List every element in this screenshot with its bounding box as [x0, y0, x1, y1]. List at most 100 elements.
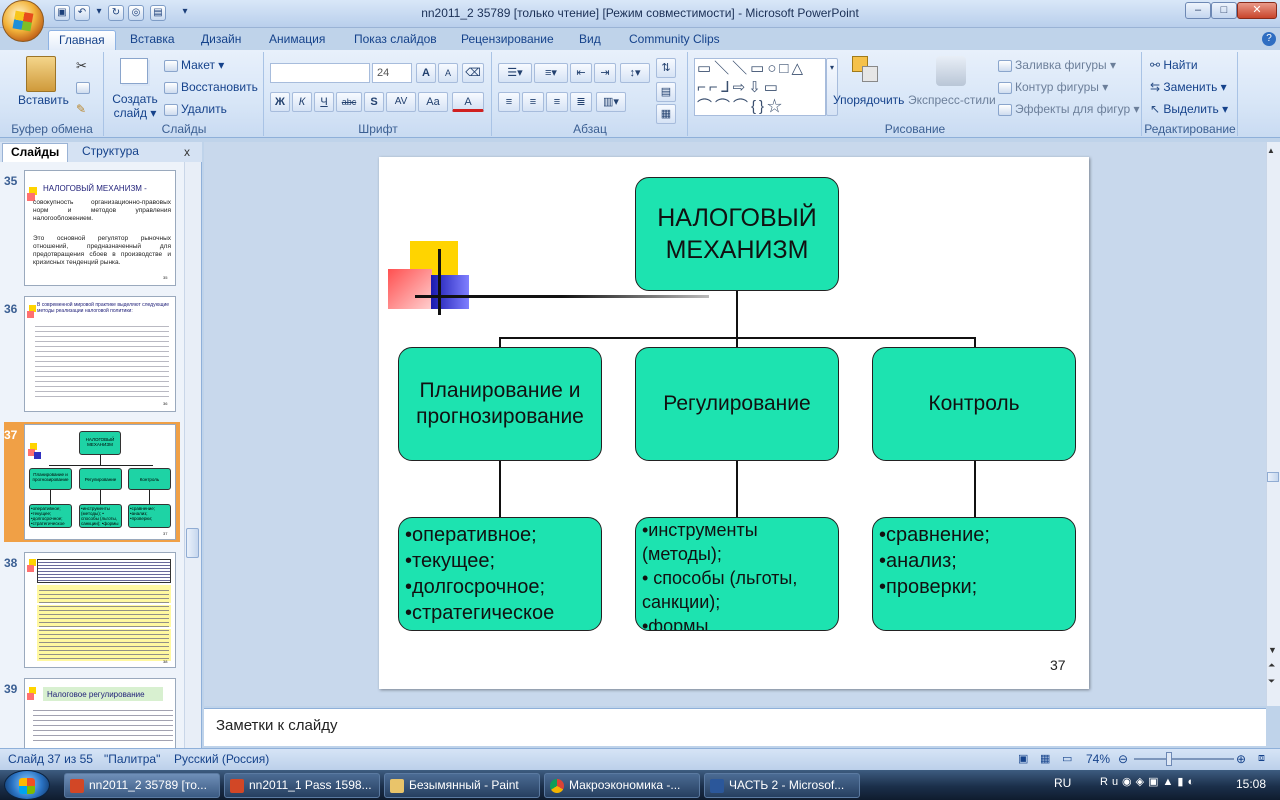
clock[interactable]: 15:08	[1236, 777, 1266, 791]
shadow-button[interactable]: S	[364, 92, 384, 112]
new-icon[interactable]: ◎	[128, 5, 144, 21]
minimize-button[interactable]: –	[1185, 2, 1211, 19]
grow-font-button[interactable]: A	[416, 63, 436, 83]
system-tray-icons[interactable]: Ru◉◈▣▲▮◐	[1100, 775, 1212, 795]
quick-styles-icon[interactable]	[936, 56, 966, 86]
clear-format-icon[interactable]: ⌫	[462, 63, 484, 83]
arrange-button[interactable]: Упорядочить	[833, 93, 904, 107]
tab-slideshow[interactable]: Показ слайдов	[344, 30, 447, 50]
slide-scroll-thumb[interactable]	[1267, 472, 1279, 482]
customize-toolbar-icon[interactable]: ▾	[180, 5, 190, 21]
find-button[interactable]: ⚯ Найти	[1150, 58, 1198, 72]
change-case-button[interactable]: Aa	[418, 92, 448, 112]
justify-icon[interactable]: ≣	[570, 92, 592, 112]
slide-thumbnail-37[interactable]: НАЛОГОВЫЙ МЕХАНИЗМ Планирование и прогно…	[24, 424, 176, 540]
tab-review[interactable]: Рецензирование	[451, 30, 564, 50]
align-text-icon[interactable]: ▤	[656, 82, 676, 102]
shrink-font-button[interactable]: A	[438, 63, 458, 83]
tab-animation[interactable]: Анимация	[259, 30, 335, 50]
taskbar-item[interactable]: nn2011_2 35789 [то...	[64, 773, 220, 798]
font-size-combo[interactable]: 24	[372, 63, 412, 83]
list-planning[interactable]: •оперативное; •текущее; •долгосрочное; •…	[398, 517, 602, 631]
undo-icon[interactable]: ↶	[74, 5, 90, 21]
node-regulation[interactable]: Регулирование	[635, 347, 839, 461]
shape-effects-button[interactable]: Эффекты для фигур ▾	[998, 102, 1140, 116]
list-control[interactable]: •сравнение; •анализ; •проверки;	[872, 517, 1076, 631]
tab-design[interactable]: Дизайн	[191, 30, 251, 50]
strikethrough-button[interactable]: abc	[336, 92, 362, 112]
undo-dropdown-icon[interactable]: ▾	[94, 5, 104, 21]
paste-button[interactable]: Вставить	[18, 93, 69, 107]
format-painter-icon[interactable]: ✎	[76, 102, 86, 116]
font-name-combo[interactable]	[270, 63, 370, 83]
italic-button[interactable]: К	[292, 92, 312, 112]
view-slideshow-icon[interactable]: ▭	[1062, 752, 1072, 765]
prev-slide-icon[interactable]: ⏶	[1268, 660, 1275, 670]
char-spacing-button[interactable]: AV	[386, 92, 416, 112]
scroll-down-icon[interactable]: ▼	[1268, 645, 1277, 655]
tab-outline[interactable]: Структура	[74, 143, 147, 162]
shape-fill-button[interactable]: Заливка фигуры ▾	[998, 58, 1116, 72]
align-left-icon[interactable]: ≡	[498, 92, 520, 112]
shapes-gallery-scroll[interactable]: ▾	[826, 58, 838, 116]
view-sorter-icon[interactable]: ▦	[1040, 752, 1050, 765]
arrange-icon[interactable]	[852, 56, 882, 86]
reset-button[interactable]: Восстановить	[164, 80, 258, 94]
root-node[interactable]: НАЛОГОВЫЙ МЕХАНИЗМ	[635, 177, 839, 291]
text-direction-icon[interactable]: ⇅	[656, 58, 676, 78]
zoom-in-icon[interactable]: ⊕	[1236, 752, 1246, 766]
zoom-slider-thumb[interactable]	[1166, 752, 1172, 766]
align-right-icon[interactable]: ≡	[546, 92, 568, 112]
close-pane-button[interactable]: x	[184, 145, 190, 159]
list-regulation[interactable]: •инструменты (методы); • способы (льготы…	[635, 517, 839, 631]
notes-placeholder[interactable]: Заметки к слайду	[216, 717, 338, 734]
save-icon[interactable]: ▣	[54, 5, 70, 21]
delete-slide-button[interactable]: Удалить	[164, 102, 227, 116]
paste-icon[interactable]	[26, 56, 56, 92]
tab-home[interactable]: Главная	[48, 30, 116, 50]
numbering-icon[interactable]: ≡▾	[534, 63, 568, 83]
new-slide-icon[interactable]	[120, 58, 148, 84]
decrease-indent-icon[interactable]: ⇤	[570, 63, 592, 83]
slide-thumbnail-38[interactable]: 38	[24, 552, 176, 668]
cut-icon[interactable]: ✂	[76, 58, 87, 74]
slides-pane-scroll-thumb[interactable]	[186, 528, 199, 558]
increase-indent-icon[interactable]: ⇥	[594, 63, 616, 83]
select-button[interactable]: ↖ Выделить ▾	[1150, 102, 1228, 116]
close-button[interactable]: ✕	[1237, 2, 1277, 19]
zoom-out-icon[interactable]: ⊖	[1118, 752, 1128, 766]
smartart-icon[interactable]: ▦	[656, 104, 676, 124]
next-slide-icon[interactable]: ⏷	[1268, 676, 1275, 686]
new-slide-button[interactable]: Создать слайд ▾	[112, 92, 158, 120]
layout-button[interactable]: Макет ▾	[164, 58, 224, 72]
zoom-slider[interactable]	[1134, 758, 1234, 760]
scroll-up-icon[interactable]: ▲	[1267, 146, 1275, 155]
node-planning[interactable]: Планирование и прогнозирование	[398, 347, 602, 461]
maximize-button[interactable]: □	[1211, 2, 1237, 19]
taskbar-item[interactable]: ЧАСТЬ 2 - Microsof...	[704, 773, 860, 798]
zoom-level[interactable]: 74%	[1086, 752, 1110, 766]
help-icon[interactable]: ?	[1262, 32, 1276, 46]
slide-scrollbar[interactable]	[1266, 142, 1280, 706]
slide-thumbnail-35[interactable]: НАЛОГОВЫЙ МЕХАНИЗМ - совокупность органи…	[24, 170, 176, 286]
slide-canvas[interactable]: НАЛОГОВЫЙ МЕХАНИЗМ Планирование и прогно…	[379, 157, 1089, 689]
bullets-icon[interactable]: ☰▾	[498, 63, 532, 83]
tab-insert[interactable]: Вставка	[120, 30, 185, 50]
copy-icon[interactable]	[76, 80, 93, 94]
fit-to-window-icon[interactable]: ⧈	[1258, 752, 1265, 765]
taskbar-item[interactable]: nn2011_1 Pass 1598...	[224, 773, 380, 798]
notes-pane[interactable]	[204, 708, 1266, 746]
replace-button[interactable]: ⇆ Заменить ▾	[1150, 80, 1227, 94]
align-center-icon[interactable]: ≡	[522, 92, 544, 112]
underline-button[interactable]: Ч	[314, 92, 334, 112]
columns-icon[interactable]: ▥▾	[596, 92, 626, 112]
slide-thumbnail-39[interactable]: Налоговое регулирование	[24, 678, 176, 748]
language[interactable]: Русский (Россия)	[174, 752, 269, 766]
open-icon[interactable]: ▤	[150, 5, 166, 21]
taskbar-item[interactable]: Макроэкономика -...	[544, 773, 700, 798]
slide-thumbnail-36[interactable]: В современной мировой практике выделяют …	[24, 296, 176, 412]
bold-button[interactable]: Ж	[270, 92, 290, 112]
office-button[interactable]	[2, 0, 44, 42]
shape-outline-button[interactable]: Контур фигуры ▾	[998, 80, 1108, 94]
node-control[interactable]: Контроль	[872, 347, 1076, 461]
